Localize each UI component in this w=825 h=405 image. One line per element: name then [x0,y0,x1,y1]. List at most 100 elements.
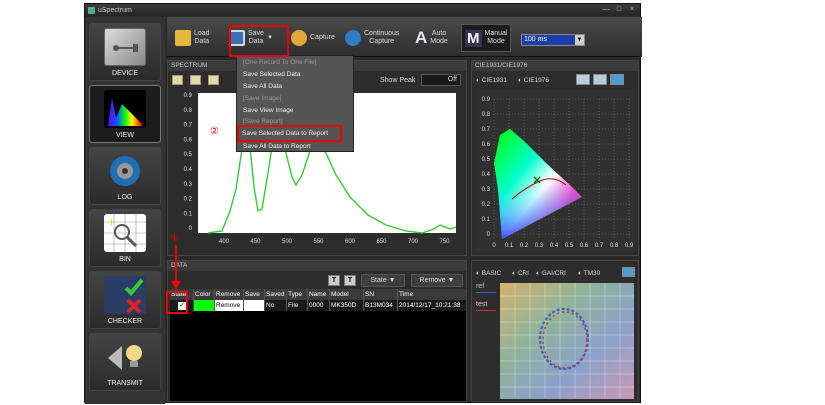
refresh-disk-icon [104,152,146,190]
zoom-y-icon[interactable] [190,75,201,85]
sidebar-item-checker[interactable]: CHECKER [89,271,161,329]
col-name[interactable]: Name [308,289,330,300]
cie-x-tick: 0.3 [535,243,544,249]
col-saved[interactable]: Saved [265,289,287,300]
manual-m-icon: M [465,29,482,47]
spectrum-x-tick: 750 [439,239,450,245]
auto-mode-label: Auto Mode [430,30,448,45]
menu-item-save-all[interactable]: Save All Data [243,83,282,90]
tab-basic[interactable]: ◐ BASIC [476,268,501,279]
continuous-capture-label: Continuous Capture [364,30,400,45]
sidebar-item-label: CHECKER [107,318,143,325]
tab-basic-label: BASIC [481,270,502,277]
cie-x-tick: 0.2 [520,243,529,249]
cie-x-tick: 0.6 [580,243,589,249]
col-model[interactable]: Model [330,289,364,300]
exposure-select[interactable]: 100 ms ▼ [521,34,585,46]
cie-x-tick: 0.4 [550,243,559,249]
color-swatch[interactable] [194,300,215,311]
col-remove[interactable]: Remove [215,289,244,300]
col-time[interactable]: Time [398,289,466,300]
cie-y-tick: 0.1 [482,217,491,223]
spectrum-y-tick: 0.3 [184,182,193,188]
spectrum-y-tick: 0.6 [184,137,193,143]
legend-test: test [476,301,496,311]
color-vector-graphic [500,283,634,399]
highlight-save-selected-report [237,125,342,142]
type-cell: File [287,300,308,311]
menu-item-save-view-image[interactable]: Save View Image [243,107,293,114]
tab-cri[interactable]: ◐ CRI [512,268,529,279]
spectrum-x-tick: 550 [313,239,324,245]
cie-y-tick: 0.5 [482,157,491,163]
tab-cie1976[interactable]: ◐ CIE1976 [518,75,549,86]
highlight-state-checkbox [166,291,188,314]
remove-cell[interactable]: Remove [215,300,244,311]
minimize-button[interactable]: — [600,5,612,14]
manual-mode-button[interactable]: M Manual Mode [461,24,512,52]
capture-button[interactable]: Capture [291,24,335,52]
continuous-capture-button[interactable]: Continuous Capture [345,24,399,52]
data-table: State Color Remove Save Saved Type Name … [170,289,466,401]
zoom-fit-icon[interactable] [172,75,183,85]
sidebar-item-view[interactable]: VIEW [89,85,161,143]
maximize-button[interactable]: □ [613,5,625,14]
text-format-icon[interactable]: T [328,275,340,286]
sidebar-item-label: BIN [119,256,131,263]
menu-item-save-all-to-report[interactable]: Save All Data to Report [243,143,311,150]
sidebar-item-log[interactable]: LOG [89,147,161,205]
save-cell[interactable] [244,300,265,311]
cie-y-tick: 0.7 [482,127,491,133]
spectrum-y-tick: 0.5 [184,152,193,158]
name-cell: 0000 [308,300,330,311]
auto-mode-button[interactable]: A Auto Mode [415,24,448,52]
time-cell: 2014/12/17_10:21:38 [399,302,461,309]
usb-icon [104,28,146,66]
zoom-out-icon[interactable] [593,74,607,85]
close-button[interactable]: × [626,5,638,14]
sidebar-item-bin[interactable]: + BIN [89,209,161,267]
tab-gai-cri[interactable]: ◐ GAI/CRI [536,268,566,279]
fit-icon[interactable] [610,74,624,85]
col-sn[interactable]: SN [364,289,398,300]
bin-grid-icon: + [104,214,146,252]
show-peak-toggle[interactable]: Off [421,74,461,86]
tab-tm30[interactable]: ◐ TM30 [578,268,600,279]
data-header: DATA [168,261,466,271]
menu-item-one-record: [One Record To One File] [243,59,317,66]
menu-item-save-selected[interactable]: Save Selected Data [243,71,300,78]
spectrum-view-icon [104,90,146,128]
state-dropdown[interactable]: State ▼ [361,274,405,287]
export-icon[interactable] [622,267,635,277]
model-cell: MK350D [330,300,364,311]
cie-x-tick: 0.7 [595,243,604,249]
exposure-value: 100 ms [524,36,547,43]
cie-y-tick: 0.9 [482,97,491,103]
spectrum-y-tick: 0.9 [184,93,193,99]
table-row[interactable]: ✓ Remove No File 0000 MK350D B13M034 201… [170,300,466,311]
text-italic-icon[interactable]: T [344,275,356,286]
spectrum-y-tick: 0.1 [184,211,193,217]
tab-cie1931[interactable]: ◐ CIE1931 [476,75,507,86]
remove-dropdown[interactable]: Remove ▼ [411,274,463,287]
cie-chart: 0.9 0.8 0.7 0.6 0.5 0.4 0.3 0.2 0.1 00 0.1 0.2 0.3 0.… [482,97,634,249]
zoom-x-icon[interactable] [208,75,219,85]
app-icon [88,6,95,14]
cie-y-tick: 0.8 [482,112,491,118]
sidebar-item-transmit[interactable]: TRANSMIT [89,333,161,391]
sidebar-item-device[interactable]: DEVICE [89,23,161,81]
load-data-button[interactable]: Load Data [175,24,210,52]
tab-gai-cri-label: GAI/CRI [541,270,566,277]
zoom-in-icon[interactable] [576,74,590,85]
manual-mode-label: Manual Mode [484,30,508,45]
col-type[interactable]: Type [287,289,308,300]
sidebar: DEVICE VIEW LOG + BIN CHECKER TRANSMIT [85,17,165,404]
sidebar-item-label: TRANSMIT [107,380,143,387]
cie-header: CIE1931/CIE1976 [472,61,638,71]
cie-x-tick: 0 [492,243,496,249]
callout-1: ① [170,233,179,244]
spectrum-y-tick: 0.2 [184,197,193,203]
col-color[interactable]: Color [194,289,215,300]
col-save[interactable]: Save [244,289,265,300]
auto-a-icon: A [415,28,428,47]
